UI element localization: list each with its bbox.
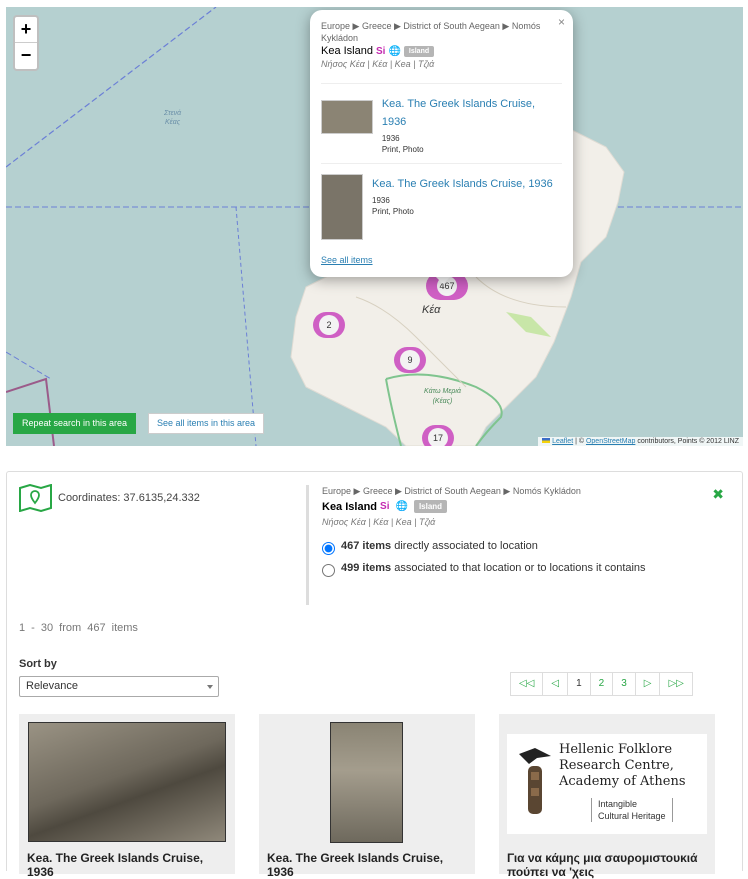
popup-close-button[interactable]: × [558, 15, 565, 29]
item-thumbnail[interactable] [321, 100, 373, 134]
place-type-badge: Island [403, 45, 435, 57]
item-year: 1936 [381, 134, 400, 143]
logo-line-2: Research Centre, [559, 758, 674, 773]
village-label: Κάτω Μεριά (Κέας) [424, 388, 461, 405]
result-range: 1 - 30 from 467 items [19, 622, 138, 634]
cluster-marker[interactable]: 9 [394, 347, 426, 373]
sort-select[interactable]: Relevance [19, 676, 219, 697]
option-contained[interactable]: 499 items associated to that location or… [322, 561, 666, 577]
institution-logo[interactable]: Hellenic Folklore Research Centre, Acade… [507, 734, 707, 834]
map-popup: × Europe ▶ Greece ▶ District of South Ae… [310, 10, 573, 277]
coordinates-text: Coordinates: 37.6135,24.332 [58, 492, 200, 504]
option-direct-radio[interactable] [322, 542, 335, 555]
location-place-name: Kea Island [322, 500, 378, 513]
popup-breadcrumb: Europe ▶ Greece ▶ District of South Aege… [321, 21, 541, 43]
place-type-badge: Island [413, 500, 448, 513]
last-page-button[interactable]: ▷▷ [659, 673, 691, 695]
popup-item-link[interactable]: Kea. The Greek Islands Cruise, 1936 [382, 98, 535, 128]
first-page-button[interactable]: ◁◁ [511, 673, 542, 695]
see-all-items-link[interactable]: See all items [321, 255, 373, 265]
item-type: Print, Photo [372, 207, 414, 216]
popup-item: Kea. The Greek Islands Cruise, 1936 1936… [321, 83, 562, 163]
result-card[interactable]: Kea. The Greek Islands Cruise, 1936 [259, 714, 475, 879]
cluster-count: 17 [428, 428, 448, 446]
globe-icon[interactable]: 🌐 [388, 46, 400, 57]
pagination: ◁◁ ◁ 1 2 3 ▷ ▷▷ [510, 672, 693, 696]
chevron-down-icon [207, 685, 213, 689]
location-breadcrumb: Europe ▶ Greece ▶ District of South Aege… [322, 486, 581, 496]
card-title[interactable]: Kea. The Greek Islands Cruise, 1936 [267, 851, 472, 879]
location-info: Europe ▶ Greece ▶ District of South Aege… [306, 485, 666, 605]
item-year: 1936 [372, 196, 390, 205]
logo-sub-2: Cultural Heritage [598, 811, 666, 821]
coordinates: Coordinates: 37.6135,24.332 [19, 484, 200, 512]
map-view[interactable]: + − Στενά Κέας Κέα Κάτω Μεριά (Κέας) 467 2… [6, 7, 743, 446]
item-photo[interactable] [330, 722, 403, 843]
popup-item-link[interactable]: Kea. The Greek Islands Cruise, 1936 [372, 178, 553, 190]
option-direct[interactable]: 467 items directly associated to locatio… [322, 539, 666, 555]
logo-line-3: Academy of Athens [559, 774, 686, 789]
page-2[interactable]: 2 [589, 673, 613, 695]
zoom-control: + − [13, 15, 39, 71]
bird-emblem-icon [519, 748, 551, 814]
logo-line-1: Hellenic Folklore [559, 742, 673, 757]
attribution-text: contributors, Points © 2012 LINZ [637, 438, 739, 445]
location-panel: Coordinates: 37.6135,24.332 Europe ▶ Gre… [6, 471, 743, 879]
cluster-marker[interactable]: 17 [422, 425, 454, 446]
leaflet-link[interactable]: Leaflet [552, 438, 573, 445]
card-title[interactable]: Για να κάμης μια σαυρομιστουκιά πούπει ν… [507, 851, 712, 879]
prev-page-button[interactable]: ◁ [542, 673, 567, 695]
logo-sub-1: Intangible [598, 799, 638, 809]
option-contained-radio[interactable] [322, 564, 335, 577]
popup-item: Kea. The Greek Islands Cruise, 1936 1936… [321, 163, 562, 248]
close-panel-button[interactable]: ✖ [712, 486, 724, 503]
repeat-search-button[interactable]: Repeat search in this area [13, 413, 137, 434]
cluster-marker[interactable]: 2 [313, 312, 345, 338]
zoom-out-button[interactable]: − [15, 43, 37, 69]
card-title[interactable]: Kea. The Greek Islands Cruise, 1936 [27, 851, 232, 879]
zoom-in-button[interactable]: + [15, 17, 37, 43]
island-label: Κέα [422, 304, 441, 316]
popup-place-name: Kea Island [321, 45, 373, 57]
globe-icon[interactable]: 🌐 [395, 501, 407, 512]
item-thumbnail[interactable] [321, 174, 363, 240]
item-photo[interactable] [28, 722, 226, 842]
osm-link[interactable]: OpenStreetMap [586, 438, 635, 445]
sea-label: Στενά Κέας [164, 110, 182, 126]
popup-alt-names: Νήσος Κέα | Κέα | Kea | Τζιά [321, 59, 435, 69]
si-icon[interactable]: Si [376, 46, 385, 57]
page-3[interactable]: 3 [612, 673, 635, 695]
map-pin-icon [19, 484, 52, 512]
page-1[interactable]: 1 [567, 673, 590, 695]
sort-label: Sort by [19, 658, 57, 670]
see-all-area-button[interactable]: See all items in this area [148, 413, 265, 434]
result-card[interactable]: Hellenic Folklore Research Centre, Acade… [499, 714, 715, 879]
cluster-count: 9 [400, 350, 420, 370]
map-attribution: Leaflet | © OpenStreetMap contributors, … [538, 437, 743, 446]
location-alt-names: Νήσος Κέα | Κέα | Kea | Τζιά [322, 517, 436, 527]
sort-value: Relevance [26, 680, 78, 692]
item-type: Print, Photo [381, 145, 424, 154]
cluster-count: 2 [319, 315, 339, 335]
next-page-button[interactable]: ▷ [634, 673, 660, 695]
si-icon[interactable]: Si [380, 501, 389, 512]
result-card[interactable]: Kea. The Greek Islands Cruise, 1936 [19, 714, 235, 879]
